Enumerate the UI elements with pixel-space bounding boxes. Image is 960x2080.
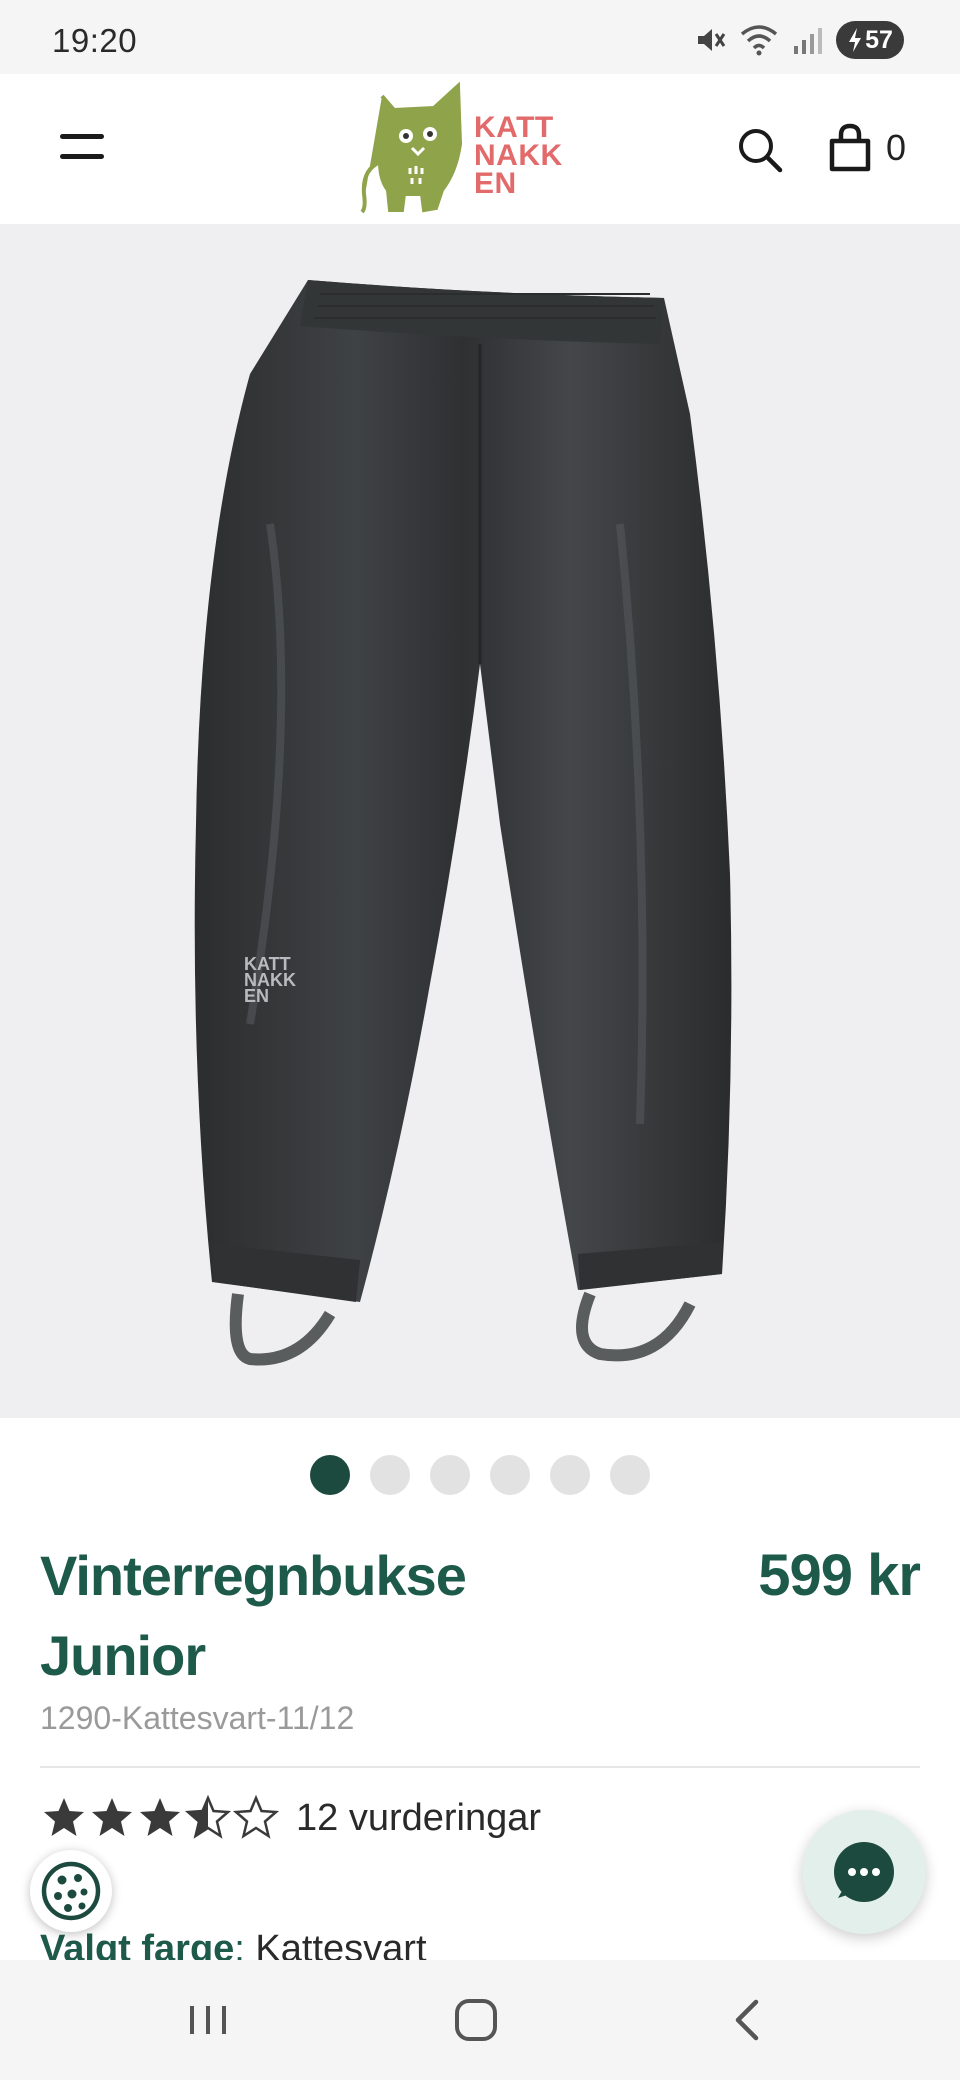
chat-icon: [834, 1842, 894, 1902]
star-rating-icon: [44, 1796, 278, 1838]
back-button[interactable]: [708, 1990, 788, 2050]
cart-button[interactable]: 0: [828, 122, 924, 174]
recents-button[interactable]: [168, 1990, 248, 2050]
product-sku: 1290-Kattesvart-11/12: [40, 1700, 355, 1736]
home-icon: [455, 1999, 497, 2041]
status-bar: 19:20 57: [0, 0, 960, 74]
status-icons: 57: [694, 20, 904, 60]
search-button[interactable]: [736, 126, 784, 174]
menu-icon-line: [60, 154, 104, 159]
product-rating[interactable]: 12 vurderingar: [40, 1790, 541, 1846]
carousel-dot[interactable]: [610, 1455, 650, 1495]
home-button[interactable]: [436, 1990, 516, 2050]
divider: [40, 1766, 920, 1768]
charging-icon: [849, 28, 862, 52]
battery-level: 57: [865, 25, 893, 54]
product-title: Vinterregnbukse Junior: [40, 1544, 467, 1687]
carousel-dots: [0, 1455, 960, 1495]
carousel-dot[interactable]: [490, 1455, 530, 1495]
product-price: 599 kr: [758, 1543, 921, 1608]
recents-icon: [190, 2006, 226, 2034]
carousel-dot[interactable]: [310, 1455, 350, 1495]
system-nav-bar: [0, 1960, 960, 2080]
wifi-icon: [740, 25, 778, 56]
menu-button[interactable]: [56, 126, 112, 172]
product-image[interactable]: KATT NAKK EN: [0, 224, 960, 1418]
logo-text: KATT NAKK EN: [474, 111, 563, 200]
bag-icon: [829, 123, 871, 172]
logo[interactable]: KATT NAKK EN: [360, 82, 570, 218]
rain-pants-image: [0, 224, 960, 1418]
battery-indicator: 57: [836, 21, 904, 59]
menu-icon: [60, 134, 104, 139]
signal-icon: [794, 28, 822, 54]
image-brand-mark: KATT NAKK EN: [244, 954, 296, 1006]
carousel-dot[interactable]: [550, 1455, 590, 1495]
cookie-settings-button[interactable]: [30, 1850, 112, 1932]
cookie-icon: [41, 1861, 101, 1921]
site-header: KATT NAKK EN 0: [0, 74, 960, 224]
carousel-dot[interactable]: [430, 1455, 470, 1495]
logo-cat-icon: [360, 82, 463, 214]
mute-icon: [698, 29, 726, 51]
carousel-dot[interactable]: [370, 1455, 410, 1495]
search-icon: [739, 129, 783, 173]
status-time: 19:20: [52, 22, 138, 59]
rating-count: 12 vurderingar: [296, 1796, 542, 1839]
chat-button[interactable]: [802, 1810, 926, 1934]
cart-count: 0: [886, 127, 907, 168]
back-icon: [735, 1999, 759, 2041]
